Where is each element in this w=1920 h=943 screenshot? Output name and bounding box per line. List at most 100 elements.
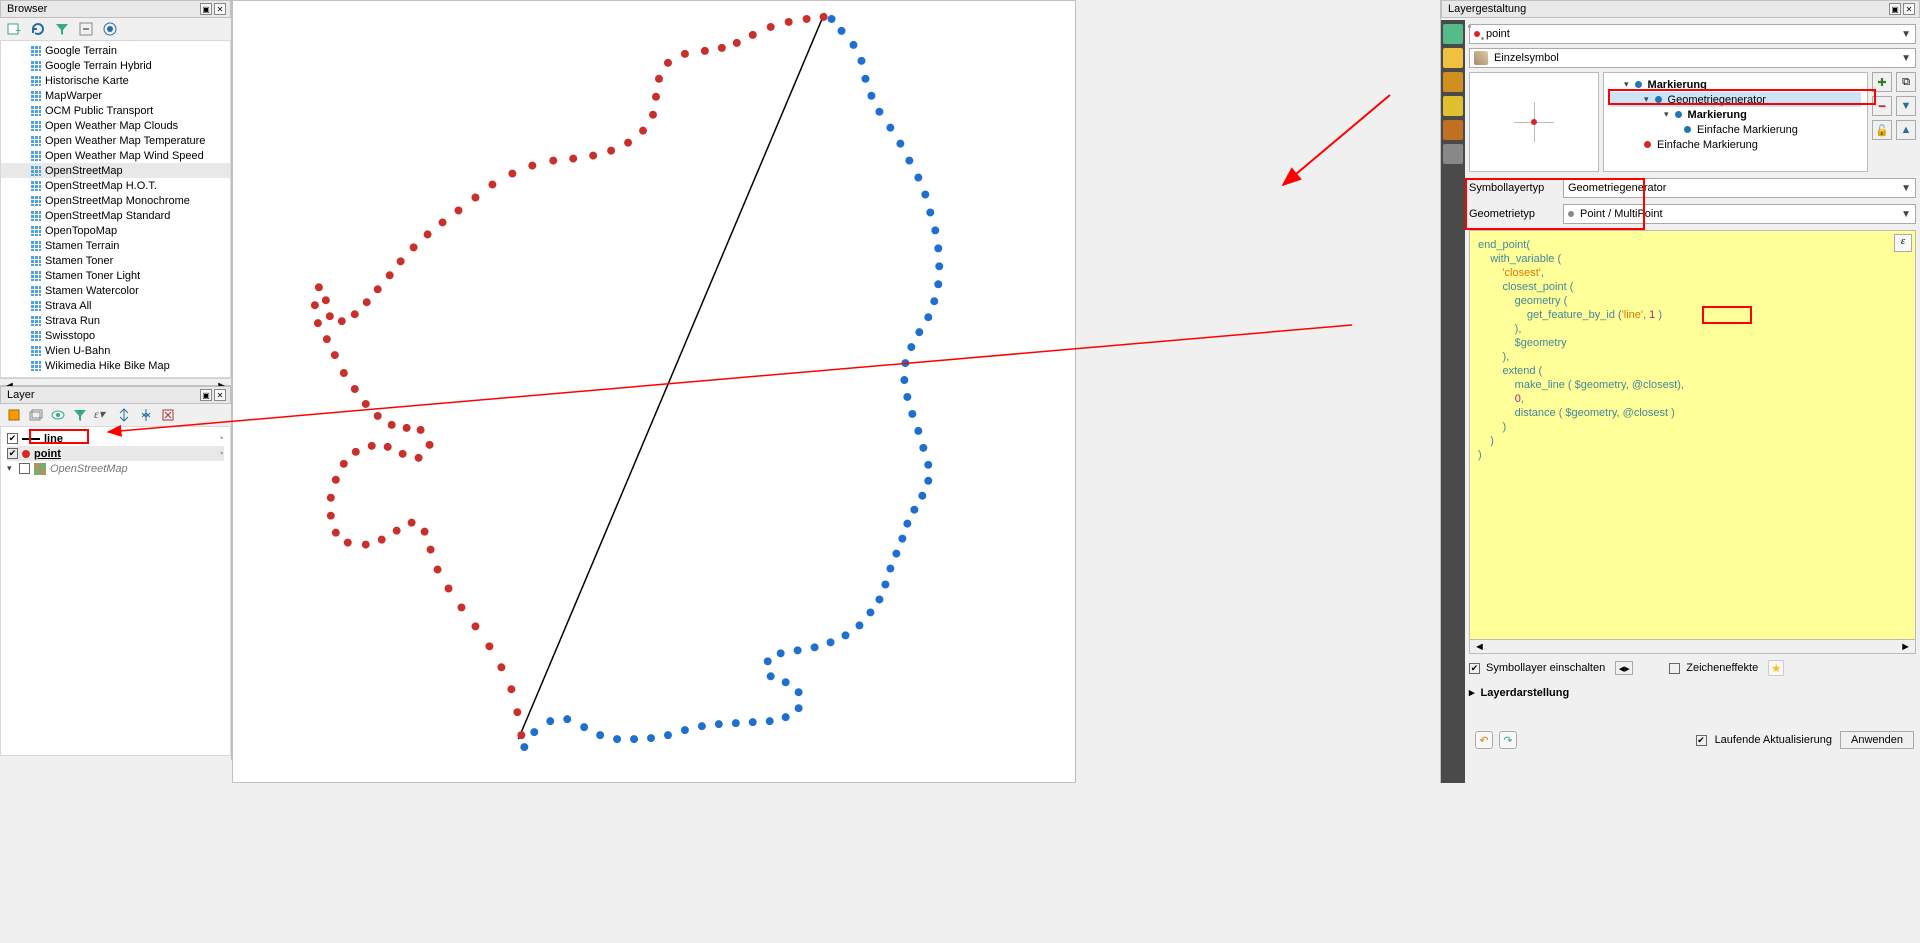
move-down-button[interactable]: ▼ [1896,96,1916,116]
symlayer-type-combo[interactable]: Geometriegenerator ▼ [1563,178,1916,198]
layers-undock-button[interactable]: ▣ [200,389,212,401]
geometry-type-label: Geometrietyp [1469,208,1559,220]
browser-item[interactable]: Wien U-Bahn [1,343,230,358]
xyz-tile-icon [31,91,41,101]
layer-row-point[interactable]: ✔ point ◔ [7,446,224,461]
apply-button[interactable]: Anwenden [1840,731,1914,749]
browser-item[interactable]: OpenStreetMap H.O.T. [1,178,230,193]
browser-item[interactable]: MapWarper [1,88,230,103]
browser-item[interactable]: OpenStreetMap Standard [1,208,230,223]
3d-tab-icon[interactable] [1443,96,1463,116]
draw-effects-checkbox[interactable] [1669,663,1680,674]
checkbox-icon[interactable]: ✔ [7,433,18,444]
expression-hscroll[interactable]: ◄► [1469,640,1916,654]
browser-item[interactable]: Stamen Terrain [1,238,230,253]
layer-row-osm[interactable]: ▾ OpenStreetMap [7,461,224,476]
layer-add-group-icon[interactable] [28,407,44,423]
undo-button[interactable]: ↶ [1475,731,1493,749]
layer-visibility-icon[interactable] [50,407,66,423]
layers-close-button[interactable]: ✕ [214,389,226,401]
properties-icon[interactable] [102,21,118,37]
refresh-icon[interactable] [30,21,46,37]
browser-tree[interactable]: Google TerrainGoogle Terrain HybridHisto… [0,40,231,378]
styling-undock-button[interactable]: ▣ [1889,3,1901,15]
layer-name: point [34,448,61,460]
checkbox-icon[interactable]: ✔ [7,448,18,459]
browser-close-button[interactable]: ✕ [214,3,226,15]
enable-override-button[interactable]: ◂▸ [1615,661,1633,675]
remove-symbol-button[interactable]: ━ [1872,96,1892,116]
geometry-type-combo[interactable]: Point / MultiPoint ▼ [1563,204,1916,224]
layer-rendering-section[interactable]: ▸ Layerdarstellung [1469,686,1916,699]
expand-icon[interactable]: ▾ [7,463,15,474]
browser-item[interactable]: Stamen Toner [1,253,230,268]
layer-expand-icon[interactable] [116,407,132,423]
layer-select-combo[interactable]: point ▼ [1469,24,1916,44]
enable-symbol-checkbox[interactable]: ✔ [1469,663,1480,674]
browser-item[interactable]: Google Terrain [1,43,230,58]
diagrams-tab-icon[interactable] [1443,120,1463,140]
layer-filter-icon[interactable] [72,407,88,423]
layer-expr-icon[interactable]: ε▾ [94,407,110,423]
browser-item[interactable]: Stamen Watercolor [1,283,230,298]
tree-row-marker2[interactable]: ▾Markierung [1610,107,1861,122]
xyz-tile-icon [31,136,41,146]
xyz-tile-icon [31,106,41,116]
symbology-tab-icon[interactable] [1443,24,1463,44]
layer-remove-icon[interactable] [160,407,176,423]
history-tab-icon[interactable] [1443,144,1463,164]
layers-tree[interactable]: ✔ line ◔ ✔ point ◔ ▾ OpenStreetMap [0,426,231,756]
browser-undock-button[interactable]: ▣ [200,3,212,15]
renderer-combo[interactable]: Einzelsymbol ▼ [1469,48,1916,68]
marker-icon [1635,81,1642,88]
tree-row-marker[interactable]: ▾Markierung [1610,77,1861,92]
browser-item[interactable]: Google Terrain Hybrid [1,58,230,73]
layer-collapse-icon[interactable] [138,407,154,423]
browser-item[interactable]: OCM Public Transport [1,103,230,118]
browser-item[interactable]: Strava Run [1,313,230,328]
browser-item[interactable]: Wikimedia Hike Bike Map [1,358,230,373]
masks-tab-icon[interactable] [1443,72,1463,92]
browser-item[interactable]: OpenStreetMap Monochrome [1,193,230,208]
labels-tab-icon[interactable] [1443,48,1463,68]
browser-item[interactable]: OpenTopoMap [1,223,230,238]
browser-item[interactable]: Strava All [1,298,230,313]
tree-row-geomgen[interactable]: ▾Geometriegenerator [1610,92,1861,107]
xyz-tile-icon [31,46,41,56]
xyz-tile-icon [31,256,41,266]
count-icon: ◔ [217,448,224,460]
layer-row-line[interactable]: ✔ line ◔ [7,431,224,446]
expression-builder-button[interactable]: ε [1894,234,1912,252]
duplicate-button[interactable]: ⧉ [1896,72,1916,92]
chevron-down-icon: ▼ [1901,183,1911,194]
layer-style-icon[interactable] [6,407,22,423]
browser-item[interactable]: Open Weather Map Clouds [1,118,230,133]
move-up-button[interactable]: ▲ [1896,120,1916,140]
collapse-icon[interactable] [78,21,94,37]
browser-item[interactable]: OpenStreetMap [1,163,230,178]
browser-item[interactable]: Historische Karte [1,73,230,88]
marker-icon [1675,111,1682,118]
xyz-tile-icon [31,121,41,131]
tree-row-simple2[interactable]: Einfache Markierung [1610,137,1861,152]
symbol-layer-tree[interactable]: ▾Markierung ▾Geometriegenerator ▾Markier… [1603,72,1868,172]
symbol-side-buttons2: ⧉ ▼ ▲ [1896,72,1916,172]
map-canvas[interactable] [232,0,1076,783]
checkbox-icon[interactable] [19,463,30,474]
styling-close-button[interactable]: ✕ [1903,3,1915,15]
filter-icon[interactable] [54,21,70,37]
live-update-checkbox[interactable]: ✔ [1696,735,1707,746]
browser-item[interactable]: Swisstopo [1,328,230,343]
add-icon[interactable]: + [6,21,22,37]
symbol-side-buttons: ✚ ━ 🔓 [1872,72,1892,172]
effects-button[interactable]: ★ [1768,660,1784,676]
expression-editor[interactable]: end_point( with_variable ( 'closest', cl… [1469,230,1916,640]
browser-item[interactable]: Open Weather Map Wind Speed [1,148,230,163]
browser-item[interactable]: Stamen Toner Light [1,268,230,283]
add-symbol-button[interactable]: ✚ [1872,72,1892,92]
layers-title-bar: Layer ▣ ✕ [0,386,231,404]
tree-row-simple[interactable]: Einfache Markierung [1610,122,1861,137]
browser-item[interactable]: Open Weather Map Temperature [1,133,230,148]
lock-symbol-button[interactable]: 🔓 [1872,120,1892,140]
redo-button[interactable]: ↷ [1499,731,1517,749]
